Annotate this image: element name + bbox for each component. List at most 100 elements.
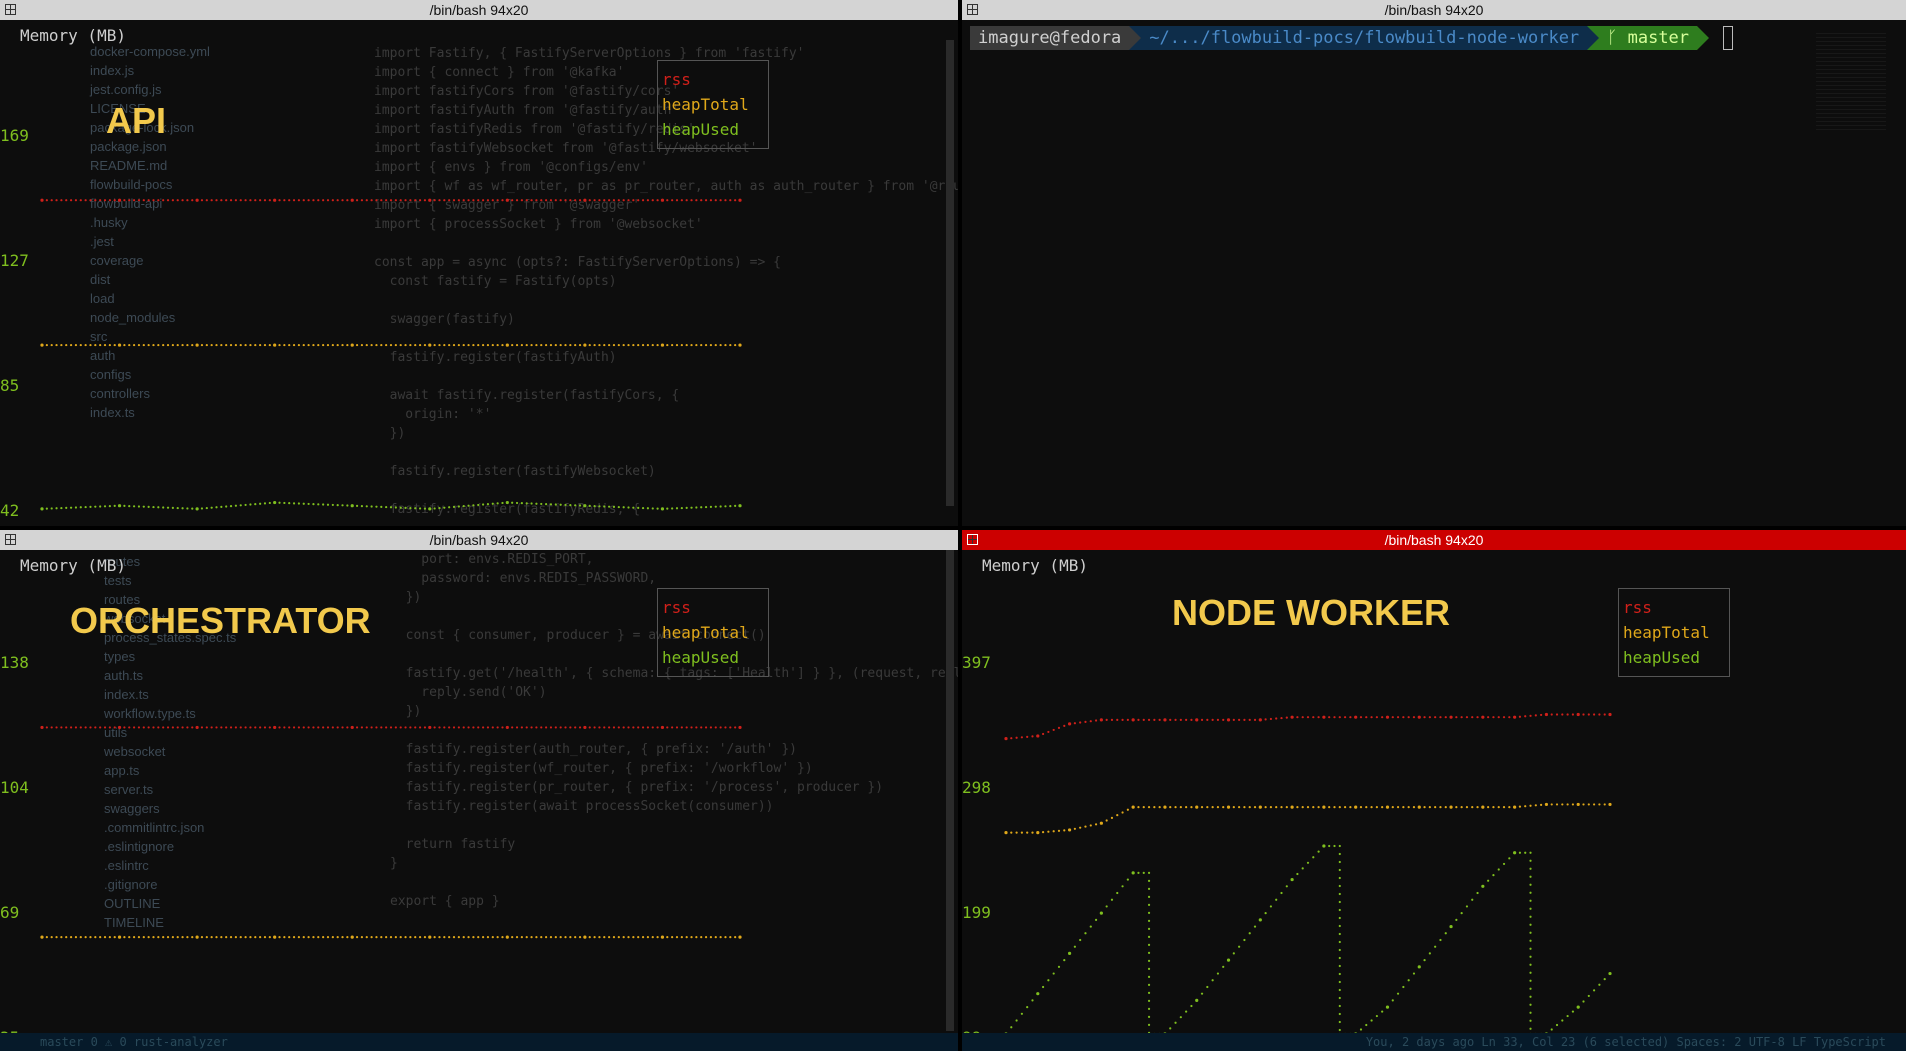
scrollbar[interactable] [946,40,954,506]
trace-dot-heaptotal [1020,831,1023,834]
trace-dot-heaptotal [1370,806,1373,809]
trace-dot-heaptotal [1089,824,1092,827]
drop-dot-heapused [1529,947,1532,950]
point-rss [1258,718,1262,722]
trace-dot-heapused [627,506,630,509]
trace-dot-heapused [69,506,73,509]
terminal-split-icon[interactable] [967,534,978,545]
trace-dot-heapused [1047,979,1050,982]
trace-dot-rss [1280,716,1283,720]
trace-dot-heapused [1328,844,1331,848]
trace-dot-rss [200,726,204,729]
drop-dot-heapused [1338,868,1341,872]
trace-dot-heaptotal [1232,806,1235,809]
orchestrator-content[interactable]: routes tests routes websocket process_states… [0,550,958,1051]
trace-dot-heapused [724,505,727,508]
worker-shell-titlebar[interactable]: /bin/bash 94x20 [962,0,1906,20]
trace-dot-heaptotal [341,936,344,939]
api-titlebar[interactable]: /bin/bash 94x20 [0,0,958,20]
trace-dot-rss [336,726,339,729]
point-rss [505,198,509,202]
worker-shell-pane[interactable]: /bin/bash 94x20 imagure@fedora ~/.../flo… [962,0,1906,526]
minimap[interactable] [1816,30,1886,130]
trace-dot-heapused [288,502,291,505]
node-worker-pane[interactable]: /bin/bash 94x20 Memory (MB) NODE WORKER … [962,530,1906,1051]
series-heaptotal [40,935,742,939]
orchestrator-titlebar[interactable]: /bin/bash 94x20 [0,530,958,550]
legend-rss: rss [662,598,691,617]
trace-dot-heaptotal [355,936,359,939]
shell-prompt[interactable]: imagure@fedora ~/.../flowbuild-pocs/flow… [970,26,1734,50]
trace-dot-heaptotal [1381,806,1384,809]
trace-dot-heaptotal [501,343,504,347]
trace-dot-heaptotal [554,936,557,939]
point-heaptotal [505,935,509,939]
shell-content[interactable]: imagure@fedora ~/.../flowbuild-pocs/flow… [962,20,1906,526]
trace-dot-heaptotal [1306,806,1310,809]
trace-dot-rss [278,726,281,729]
trace-dot-heapused [1275,898,1278,901]
trace-dot-heaptotal [690,936,693,939]
trace-dot-rss [1492,716,1495,719]
trace-dot-heapused [1434,945,1437,948]
point-heaptotal [1004,831,1008,835]
trace-dot-heapused [477,503,480,507]
terminal-split-icon[interactable] [5,534,16,545]
trace-dot-heaptotal [1561,803,1564,806]
drop-dot-heapused [1147,927,1151,930]
point-rss [583,725,587,730]
trace-dot-heapused [1471,898,1474,901]
trace-dot-heaptotal [1243,806,1246,809]
scrollbar[interactable] [946,550,954,1031]
trace-dot-heaptotal [545,936,548,939]
terminal-split-icon[interactable] [967,4,978,15]
trace-dot-heapused [1497,868,1500,871]
trace-dot-heapused [501,501,504,505]
api-content[interactable]: docker-compose.yml index.js jest.config.js… [0,20,958,526]
trace-dot-heapused [229,504,233,508]
trace-dot-rss [317,199,320,202]
trace-dot-rss [259,726,262,729]
trace-dot-rss [108,199,111,202]
drop-dot-heapused [1338,956,1341,960]
trace-dot-heaptotal [1502,806,1506,809]
trace-dot-rss [370,726,373,729]
node-worker-titlebar[interactable]: /bin/bash 94x20 [962,530,1906,550]
trace-dot-rss [263,199,267,202]
trace-dot-heapused [1375,1014,1378,1018]
trace-dot-heapused [1365,1023,1368,1027]
node-worker-content[interactable]: Memory (MB) NODE WORKER 397 298 199 99 r… [962,550,1906,1051]
point-rss [1322,715,1326,719]
trace-dot-heapused [123,504,126,507]
trace-dot-heaptotal [385,936,388,939]
trace-dot-heaptotal [680,343,683,347]
trace-dot-rss [695,726,698,729]
point-rss [350,198,354,202]
trace-dot-rss [399,726,402,729]
trace-dot-rss [1434,716,1437,719]
trace-dot-rss [700,199,703,202]
drop-dot-heapused [1147,959,1151,962]
status-bar: You, 2 days ago Ln 33, Col 23 (6 selecte… [962,1033,1906,1051]
trace-dot-heapused [65,506,68,509]
trace-dot-heaptotal [418,936,422,939]
drop-dot-heapused [1338,1012,1341,1016]
point-rss [1544,712,1549,717]
api-pane[interactable]: /bin/bash 94x20 docker-compose.yml index.… [0,0,958,526]
trace-dot-heaptotal [525,936,528,939]
text-cursor[interactable] [1723,26,1734,50]
trace-dot-heapused [666,507,669,510]
trace-dot-heapused [346,504,349,507]
trace-dot-rss [1015,736,1018,739]
trace-dot-rss [1593,713,1596,716]
terminal-split-icon[interactable] [5,4,16,15]
trace-dot-rss [612,726,616,729]
orchestrator-pane[interactable]: /bin/bash 94x20 routes tests routes websock… [0,530,958,1051]
trace-dot-heaptotal [292,936,296,939]
trace-dot-rss [719,726,722,729]
trace-dot-rss [545,726,548,729]
trace-dot-rss [1179,718,1182,721]
trace-dot-heapused [1518,851,1522,854]
trace-dot-heapused [380,505,383,508]
trace-dot-heaptotal [302,936,305,939]
